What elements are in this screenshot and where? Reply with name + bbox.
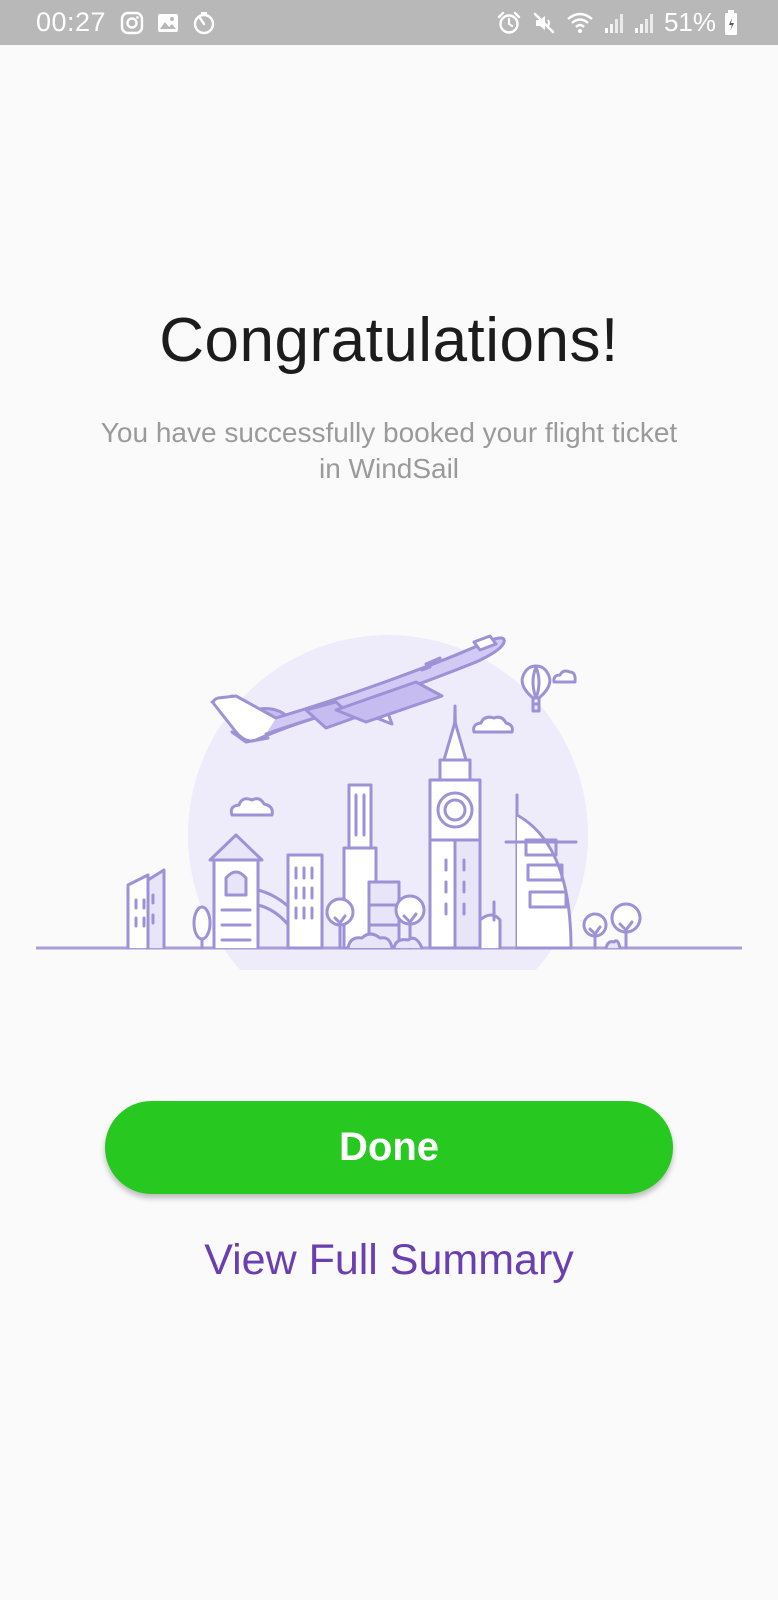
- wifi-icon: [566, 11, 594, 35]
- page-title: Congratulations!: [159, 306, 619, 375]
- success-message: You have successfully booked your flight…: [100, 417, 678, 484]
- battery-percent: 51%: [663, 7, 716, 37]
- tree-left: [192, 905, 212, 950]
- tree-right: [582, 902, 642, 950]
- bush: [392, 936, 424, 950]
- signal-icon: [604, 12, 624, 34]
- battery-icon: [724, 9, 738, 36]
- airplane-city-illustration: [36, 634, 742, 970]
- gallery-icon: [156, 11, 180, 35]
- left-tower: [126, 868, 166, 950]
- done-button[interactable]: Done: [105, 1101, 673, 1194]
- cloud: [552, 669, 577, 684]
- alarm-icon: [496, 11, 522, 35]
- middle-building: [286, 853, 324, 950]
- status-time: 00:27: [36, 7, 107, 37]
- status-bar-left: 00:27: [36, 0, 228, 45]
- view-full-summary-link[interactable]: View Full Summary: [0, 1236, 778, 1285]
- status-bar: 00:27 51%: [0, 0, 778, 45]
- timer-icon: [192, 11, 216, 35]
- instagram-icon: [120, 11, 144, 35]
- mute-icon: [532, 11, 556, 35]
- status-bar-right: 51%: [496, 0, 748, 45]
- signal-icon: [634, 12, 654, 34]
